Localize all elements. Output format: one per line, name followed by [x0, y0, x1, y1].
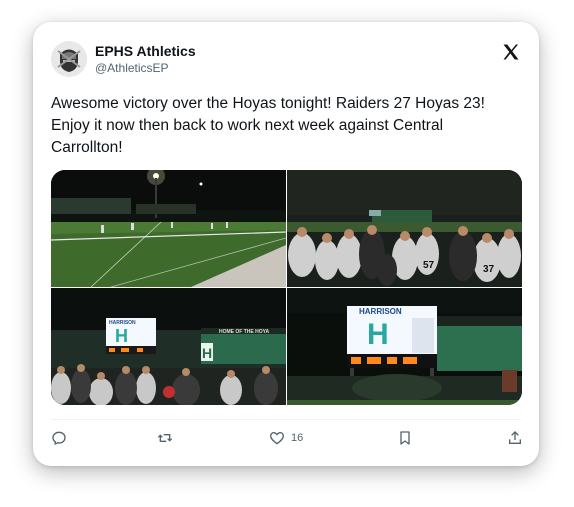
author-name[interactable]: EPHS Athletics	[95, 43, 196, 59]
bookmark-button[interactable]	[397, 428, 413, 448]
action-bar: 16	[51, 428, 521, 450]
share-icon	[509, 431, 521, 444]
action-divider	[51, 419, 521, 420]
photo-field-lights[interactable]	[51, 170, 286, 287]
raider-logo-icon	[51, 41, 87, 77]
heart-icon	[270, 432, 284, 445]
photo-crowd-scoreboard[interactable]: HOME OF THE HOYA HARRISON H H	[51, 288, 286, 405]
repost-icon	[157, 434, 173, 442]
share-button[interactable]	[507, 428, 523, 448]
reply-icon	[52, 431, 66, 445]
reply-button[interactable]	[51, 428, 67, 448]
repost-button[interactable]	[157, 428, 173, 448]
like-count: 16	[291, 432, 304, 444]
photo-final-scoreboard[interactable]: HARRISON H	[287, 288, 522, 405]
scoreboard-letter-right: H	[367, 318, 389, 351]
author-handle[interactable]: @AthleticsEP	[95, 61, 169, 75]
scoreboard-title-right: HARRISON	[359, 307, 402, 316]
jersey-number-57: 57	[423, 260, 435, 271]
post-card: EPHS Athletics @AthleticsEP Awesome vict…	[33, 22, 539, 466]
jersey-number-37: 37	[483, 264, 495, 275]
photo-team-huddle[interactable]: 57 37	[287, 170, 522, 287]
svg-text:H: H	[202, 345, 212, 361]
photo-gallery[interactable]: 57 37 HOME OF THE HOYA HARRISON H H HARR…	[51, 170, 522, 405]
x-logo-icon[interactable]	[501, 42, 521, 62]
scoreboard-letter-left: H	[115, 326, 128, 346]
bookmark-icon	[400, 431, 410, 445]
stadium-sign-text: HOME OF THE HOYA	[219, 329, 269, 335]
avatar[interactable]	[51, 41, 87, 77]
post-text: Awesome victory over the Hoyas tonight! …	[51, 95, 485, 156]
like-button[interactable]: 16	[269, 428, 303, 448]
